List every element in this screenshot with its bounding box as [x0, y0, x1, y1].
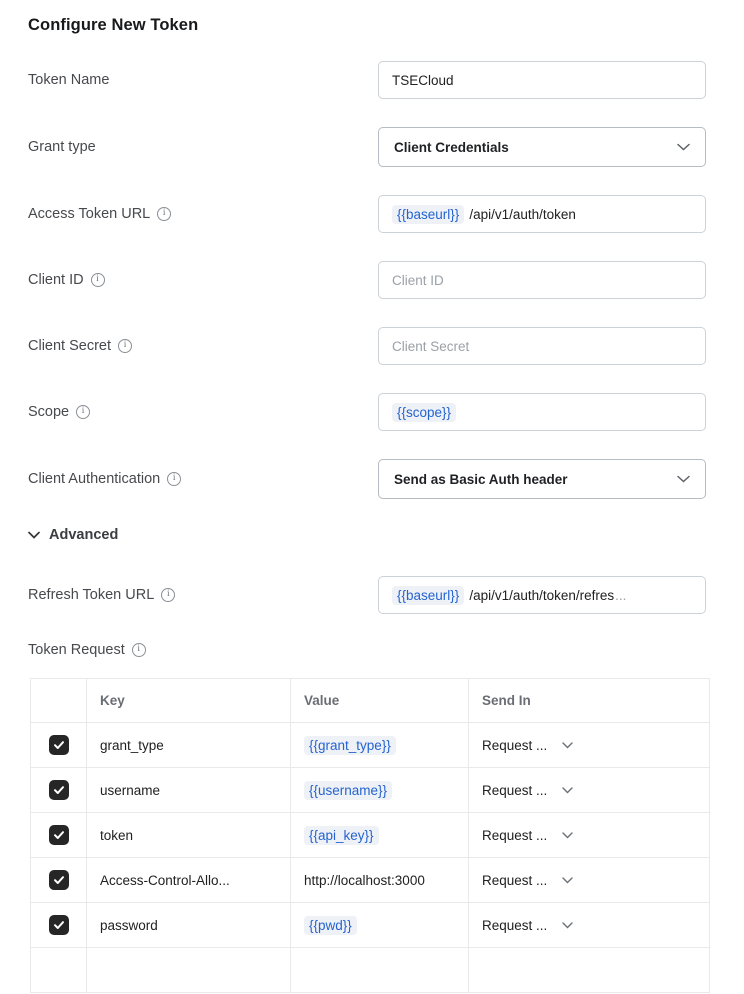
table-row: Access-Control-Allo... http://localhost:… [31, 858, 710, 903]
form-row-scope: Scope {{scope}} [28, 393, 706, 431]
form-row-client-id: Client ID Client ID [28, 261, 706, 299]
chevron-down-icon [562, 742, 573, 749]
info-icon[interactable] [167, 472, 181, 486]
key-cell[interactable]: token [87, 813, 291, 858]
value-cell[interactable]: {{pwd}} [291, 903, 469, 948]
checkmark-icon [52, 873, 66, 887]
scope-input[interactable]: {{scope}} [378, 393, 706, 431]
chevron-down-icon [677, 143, 690, 151]
variable-pill: {{pwd}} [304, 916, 357, 935]
send-in-select[interactable]: Request ... [482, 738, 696, 753]
row-checkbox[interactable] [49, 870, 69, 890]
client-secret-placeholder: Client Secret [392, 339, 469, 354]
value-cell[interactable]: {{username}} [291, 768, 469, 813]
table-row: username {{username}} Request ... [31, 768, 710, 813]
variable-pill: {{scope}} [392, 403, 456, 422]
url-path: /api/v1/auth/token [469, 207, 576, 222]
send-in-column-header: Send In [469, 679, 710, 723]
form-row-access-token-url: Access Token URL {{baseurl}} /api/v1/aut… [28, 195, 706, 233]
variable-pill: {{baseurl}} [392, 205, 464, 224]
info-icon[interactable] [76, 405, 90, 419]
form-row-client-authentication: Client Authentication Send as Basic Auth… [28, 459, 706, 499]
client-secret-input[interactable]: Client Secret [378, 327, 706, 365]
info-icon[interactable] [132, 643, 146, 657]
token-request-table: Key Value Send In grant_type {{grant_typ… [30, 678, 710, 993]
send-in-select[interactable]: Request ... [482, 918, 696, 933]
row-checkbox[interactable] [49, 735, 69, 755]
select-column-header [31, 679, 87, 723]
page-title: Configure New Token [28, 16, 706, 35]
key-cell[interactable]: password [87, 903, 291, 948]
client-secret-label: Client Secret [28, 338, 378, 354]
form-row-grant-type: Grant type Client Credentials [28, 127, 706, 167]
chevron-down-icon [677, 475, 690, 483]
scope-label: Scope [28, 404, 378, 420]
table-row: grant_type {{grant_type}} Request ... [31, 723, 710, 768]
advanced-section-label: Advanced [49, 527, 118, 543]
send-in-select[interactable]: Request ... [482, 873, 696, 888]
client-id-label: Client ID [28, 272, 378, 288]
table-row: password {{pwd}} Request ... [31, 903, 710, 948]
token-name-input[interactable]: TSECloud [378, 61, 706, 99]
table-row: token {{api_key}} Request ... [31, 813, 710, 858]
info-icon[interactable] [91, 273, 105, 287]
checkmark-icon [52, 828, 66, 842]
info-icon[interactable] [118, 339, 132, 353]
chevron-down-icon [28, 531, 40, 539]
truncation-ellipsis: ... [615, 588, 626, 603]
key-cell[interactable]: username [87, 768, 291, 813]
variable-pill: {{baseurl}} [392, 586, 464, 605]
client-authentication-label: Client Authentication [28, 471, 378, 487]
variable-pill: {{username}} [304, 781, 392, 800]
client-id-placeholder: Client ID [392, 273, 444, 288]
value-cell[interactable]: {{api_key}} [291, 813, 469, 858]
key-column-header: Key [87, 679, 291, 723]
grant-type-select[interactable]: Client Credentials [378, 127, 706, 167]
value-cell[interactable]: http://localhost:3000 [291, 858, 469, 903]
access-token-url-label: Access Token URL [28, 206, 378, 222]
checkmark-icon [52, 918, 66, 932]
configure-token-panel: Configure New Token Token Name TSECloud … [0, 0, 744, 993]
chevron-down-icon [562, 832, 573, 839]
chevron-down-icon [562, 787, 573, 794]
client-id-input[interactable]: Client ID [378, 261, 706, 299]
checkmark-icon [52, 738, 66, 752]
url-path: /api/v1/auth/token/refres [469, 588, 614, 603]
refresh-token-url-input[interactable]: {{baseurl}} /api/v1/auth/token/refres ..… [378, 576, 706, 614]
row-checkbox[interactable] [49, 780, 69, 800]
form-row-refresh-token-url: Refresh Token URL {{baseurl}} /api/v1/au… [28, 576, 706, 614]
token-name-value: TSECloud [392, 73, 454, 88]
send-in-select[interactable]: Request ... [482, 828, 696, 843]
table-header-row: Key Value Send In [31, 679, 710, 723]
variable-pill: {{api_key}} [304, 826, 379, 845]
grant-type-value: Client Credentials [394, 140, 509, 155]
grant-type-label: Grant type [28, 139, 378, 155]
row-checkbox[interactable] [49, 915, 69, 935]
refresh-token-url-label: Refresh Token URL [28, 587, 378, 603]
form-row-client-secret: Client Secret Client Secret [28, 327, 706, 365]
token-request-label: Token Request [28, 642, 706, 658]
key-cell[interactable]: grant_type [87, 723, 291, 768]
advanced-section-toggle[interactable]: Advanced [28, 527, 706, 543]
info-icon[interactable] [161, 588, 175, 602]
access-token-url-input[interactable]: {{baseurl}} /api/v1/auth/token [378, 195, 706, 233]
key-cell[interactable]: Access-Control-Allo... [87, 858, 291, 903]
form-row-token-name: Token Name TSECloud [28, 61, 706, 99]
row-checkbox[interactable] [49, 825, 69, 845]
send-in-select[interactable]: Request ... [482, 783, 696, 798]
value-column-header: Value [291, 679, 469, 723]
client-authentication-select[interactable]: Send as Basic Auth header [378, 459, 706, 499]
variable-pill: {{grant_type}} [304, 736, 396, 755]
token-name-label: Token Name [28, 72, 378, 88]
info-icon[interactable] [157, 207, 171, 221]
value-cell[interactable]: {{grant_type}} [291, 723, 469, 768]
table-row-partial [31, 948, 710, 993]
checkmark-icon [52, 783, 66, 797]
client-authentication-value: Send as Basic Auth header [394, 472, 568, 487]
chevron-down-icon [562, 877, 573, 884]
chevron-down-icon [562, 922, 573, 929]
